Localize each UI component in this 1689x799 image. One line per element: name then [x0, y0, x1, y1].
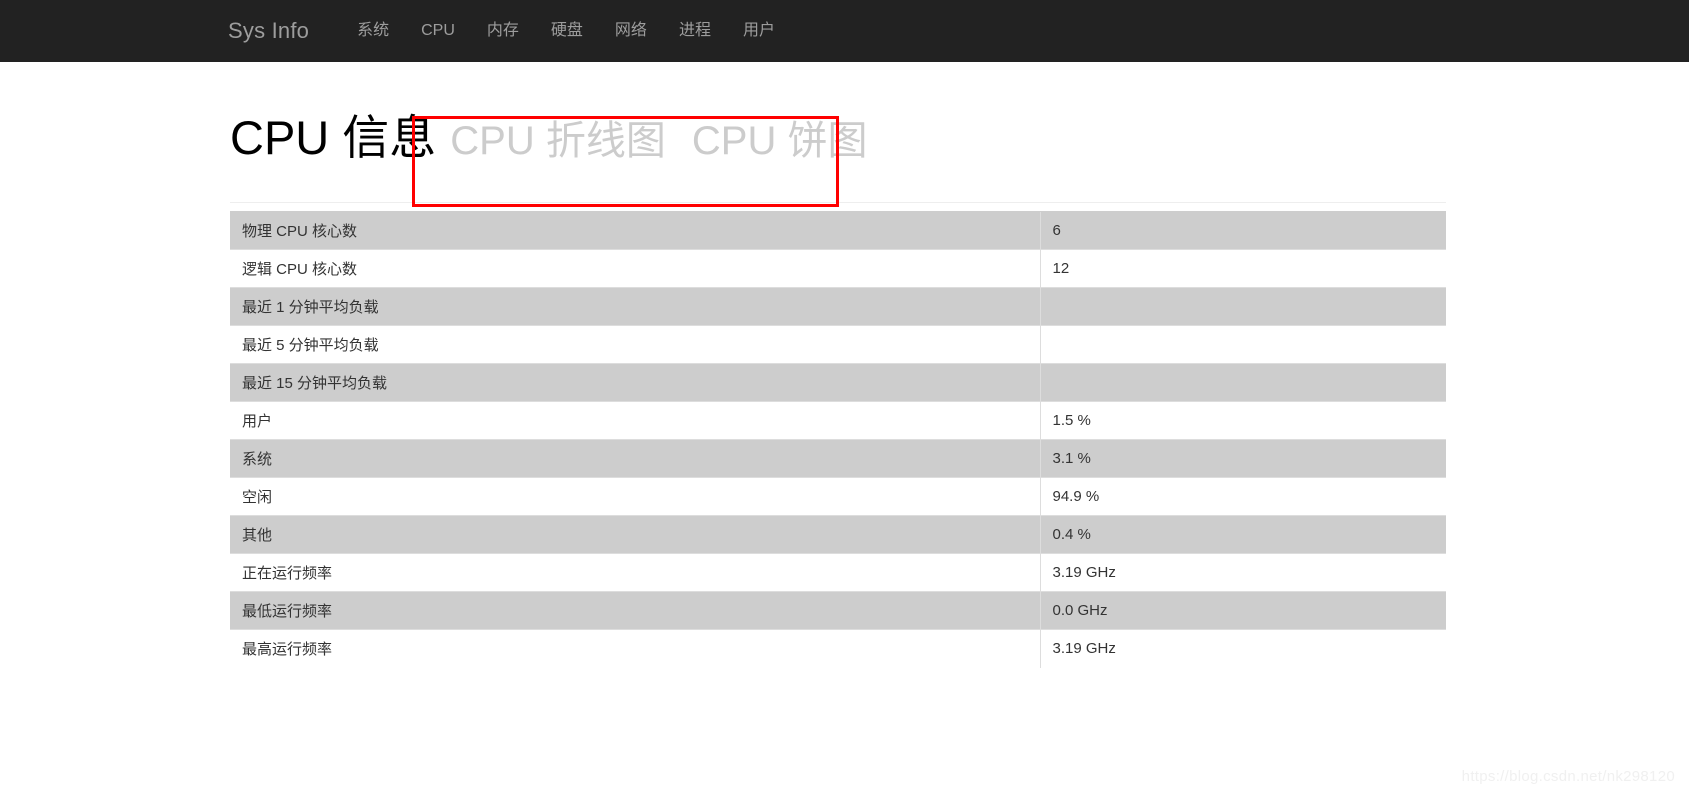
row-value — [1039, 287, 1446, 326]
cpu-pie-chart-link[interactable]: CPU 饼图 — [692, 117, 868, 165]
nav-item-network[interactable]: 网络 — [599, 23, 663, 39]
nav-item-disk[interactable]: 硬盘 — [535, 23, 599, 39]
nav-item-user[interactable]: 用户 — [727, 23, 791, 39]
navbar-inner: Sys Info 系统 CPU 内存 硬盘 网络 进程 用户 — [0, 20, 791, 42]
table-row: 最近 15 分钟平均负载 — [230, 363, 1446, 402]
row-key: 正在运行频率 — [230, 553, 1040, 592]
table-row: 最近 5 分钟平均负载 — [230, 325, 1446, 364]
row-key: 空闲 — [230, 477, 1040, 516]
nav-item-process[interactable]: 进程 — [663, 23, 727, 39]
page-header-row: CPU 信息 CPU 折线图 CPU 饼图 — [230, 110, 1445, 188]
page-title: CPU 信息 — [230, 111, 437, 164]
row-value: 0.4 % — [1039, 515, 1446, 554]
table-row: 逻辑 CPU 核心数 12 — [230, 249, 1446, 288]
nav-item-system[interactable]: 系统 — [341, 23, 405, 39]
table-row: 空闲 94.9 % — [230, 477, 1446, 516]
row-key: 最近 1 分钟平均负载 — [230, 287, 1040, 326]
row-key: 其他 — [230, 515, 1040, 554]
nav-item-memory[interactable]: 内存 — [471, 23, 535, 39]
cpu-info-table: 物理 CPU 核心数 6 逻辑 CPU 核心数 12 最近 1 分钟平均负载 最… — [230, 211, 1446, 668]
table-row: 系统 3.1 % — [230, 439, 1446, 478]
table-row: 最高运行频率 3.19 GHz — [230, 629, 1446, 668]
row-key: 用户 — [230, 401, 1040, 440]
cpu-line-chart-link[interactable]: CPU 折线图 — [450, 117, 666, 165]
table-row: 正在运行频率 3.19 GHz — [230, 553, 1446, 592]
row-value — [1039, 325, 1446, 364]
row-key: 逻辑 CPU 核心数 — [230, 249, 1040, 288]
row-key: 最低运行频率 — [230, 591, 1040, 630]
table-row: 其他 0.4 % — [230, 515, 1446, 554]
table-row: 物理 CPU 核心数 6 — [230, 211, 1446, 250]
row-value: 6 — [1039, 211, 1446, 250]
row-key: 最高运行频率 — [230, 629, 1040, 668]
title-divider — [230, 202, 1446, 203]
table-row: 最近 1 分钟平均负载 — [230, 287, 1446, 326]
page-header: CPU 信息 CPU 折线图 CPU 饼图 — [230, 110, 1445, 188]
table-row: 最低运行频率 0.0 GHz — [230, 591, 1446, 630]
top-navbar: Sys Info 系统 CPU 内存 硬盘 网络 进程 用户 — [0, 0, 1689, 62]
row-value: 3.19 GHz — [1039, 629, 1446, 668]
cpu-info-table-body: 物理 CPU 核心数 6 逻辑 CPU 核心数 12 最近 1 分钟平均负载 最… — [230, 211, 1446, 668]
row-value: 94.9 % — [1039, 477, 1446, 516]
navbar-brand[interactable]: Sys Info — [228, 20, 309, 42]
table-row: 用户 1.5 % — [230, 401, 1446, 440]
nav-item-cpu[interactable]: CPU — [405, 23, 471, 39]
chart-links: CPU 折线图 CPU 饼图 — [450, 117, 867, 165]
row-key: 最近 5 分钟平均负载 — [230, 325, 1040, 364]
watermark: https://blog.csdn.net/nk298120 — [1461, 768, 1675, 785]
row-value: 3.19 GHz — [1039, 553, 1446, 592]
row-value: 0.0 GHz — [1039, 591, 1446, 630]
row-value: 12 — [1039, 249, 1446, 288]
row-key: 物理 CPU 核心数 — [230, 211, 1040, 250]
row-value: 3.1 % — [1039, 439, 1446, 478]
row-key: 最近 15 分钟平均负载 — [230, 363, 1040, 402]
row-value — [1039, 363, 1446, 402]
row-value: 1.5 % — [1039, 401, 1446, 440]
row-key: 系统 — [230, 439, 1040, 478]
